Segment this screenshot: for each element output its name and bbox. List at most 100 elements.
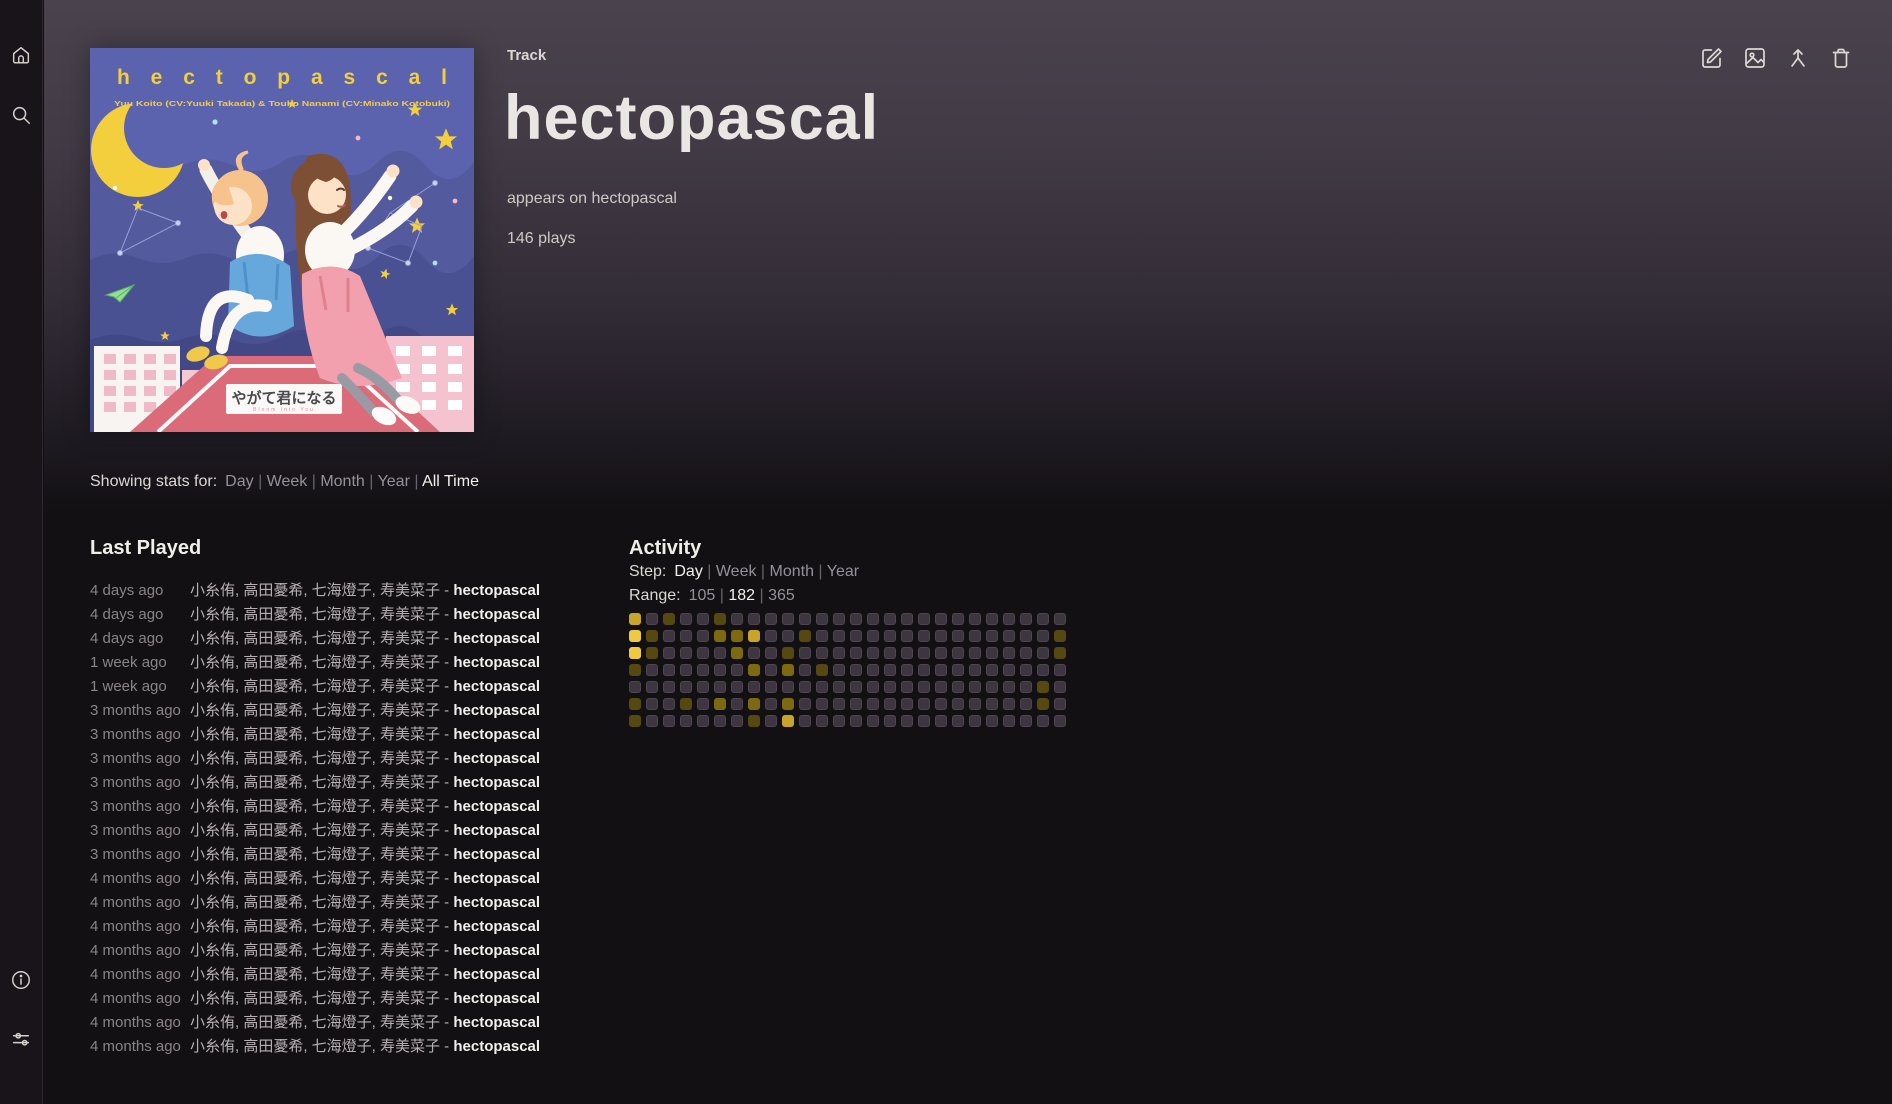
filter-option-all-time[interactable]: All Time (422, 473, 479, 490)
heatmap-cell[interactable] (731, 698, 743, 710)
heatmap-cell[interactable] (884, 647, 896, 659)
heatmap-cell[interactable] (816, 698, 828, 710)
filter-option-month[interactable]: Month (770, 563, 814, 580)
row-artists[interactable]: 小糸侑, 高田憂希, 七海燈子, 寿美菜子 (190, 654, 440, 671)
row-artists[interactable]: 小糸侑, 高田憂希, 七海燈子, 寿美菜子 (190, 966, 440, 983)
heatmap-cell[interactable] (850, 647, 862, 659)
heatmap-cell[interactable] (663, 681, 675, 693)
row-track[interactable]: hectopascal (453, 702, 540, 719)
heatmap-cell[interactable] (799, 698, 811, 710)
heatmap-cell[interactable] (952, 647, 964, 659)
heatmap-cell[interactable] (1003, 715, 1015, 727)
heatmap-cell[interactable] (850, 681, 862, 693)
heatmap-cell[interactable] (867, 664, 879, 676)
heatmap-cell[interactable] (816, 715, 828, 727)
row-artists[interactable]: 小糸侑, 高田憂希, 七海燈子, 寿美菜子 (190, 894, 440, 911)
heatmap-cell[interactable] (663, 647, 675, 659)
heatmap-cell[interactable] (918, 613, 930, 625)
heatmap-cell[interactable] (748, 664, 760, 676)
heatmap-cell[interactable] (765, 613, 777, 625)
heatmap-cell[interactable] (986, 715, 998, 727)
heatmap-cell[interactable] (697, 647, 709, 659)
row-track[interactable]: hectopascal (453, 894, 540, 911)
heatmap-cell[interactable] (867, 698, 879, 710)
heatmap-cell[interactable] (765, 630, 777, 642)
heatmap-cell[interactable] (629, 681, 641, 693)
heatmap-cell[interactable] (884, 664, 896, 676)
heatmap-cell[interactable] (799, 647, 811, 659)
row-track[interactable]: hectopascal (453, 1014, 540, 1031)
heatmap-cell[interactable] (663, 698, 675, 710)
filter-option-week[interactable]: Week (716, 563, 757, 580)
heatmap-cell[interactable] (1054, 698, 1066, 710)
heatmap-cell[interactable] (680, 698, 692, 710)
heatmap-cell[interactable] (935, 681, 947, 693)
heatmap-cell[interactable] (697, 613, 709, 625)
heatmap-cell[interactable] (731, 681, 743, 693)
heatmap-cell[interactable] (765, 698, 777, 710)
heatmap-cell[interactable] (697, 664, 709, 676)
row-track[interactable]: hectopascal (453, 1038, 540, 1055)
heatmap-cell[interactable] (816, 664, 828, 676)
heatmap-cell[interactable] (1020, 630, 1032, 642)
heatmap-cell[interactable] (646, 647, 658, 659)
filter-option-week[interactable]: Week (267, 473, 308, 490)
row-track[interactable]: hectopascal (453, 966, 540, 983)
heatmap-cell[interactable] (952, 698, 964, 710)
home-icon[interactable] (10, 44, 32, 66)
heatmap-cell[interactable] (1003, 630, 1015, 642)
heatmap-cell[interactable] (782, 664, 794, 676)
heatmap-cell[interactable] (901, 715, 913, 727)
heatmap-cell[interactable] (629, 698, 641, 710)
appears-on-album-link[interactable]: hectopascal (592, 190, 677, 207)
heatmap-cell[interactable] (731, 715, 743, 727)
heatmap-cell[interactable] (884, 698, 896, 710)
heatmap-cell[interactable] (748, 715, 760, 727)
heatmap-cell[interactable] (1054, 681, 1066, 693)
heatmap-cell[interactable] (1054, 715, 1066, 727)
row-track[interactable]: hectopascal (453, 654, 540, 671)
heatmap-cell[interactable] (850, 613, 862, 625)
heatmap-cell[interactable] (782, 630, 794, 642)
row-artists[interactable]: 小糸侑, 高田憂希, 七海燈子, 寿美菜子 (190, 750, 440, 767)
merge-button[interactable] (1786, 46, 1810, 70)
heatmap-cell[interactable] (986, 698, 998, 710)
heatmap-cell[interactable] (1054, 664, 1066, 676)
heatmap-cell[interactable] (884, 715, 896, 727)
heatmap-cell[interactable] (663, 630, 675, 642)
row-track[interactable]: hectopascal (453, 774, 540, 791)
heatmap-cell[interactable] (1020, 681, 1032, 693)
heatmap-cell[interactable] (629, 647, 641, 659)
heatmap-cell[interactable] (765, 681, 777, 693)
row-track[interactable]: hectopascal (453, 870, 540, 887)
heatmap-cell[interactable] (833, 613, 845, 625)
heatmap-cell[interactable] (799, 613, 811, 625)
row-track[interactable]: hectopascal (453, 918, 540, 935)
heatmap-cell[interactable] (884, 681, 896, 693)
heatmap-cell[interactable] (714, 647, 726, 659)
heatmap-cell[interactable] (680, 630, 692, 642)
row-track[interactable]: hectopascal (453, 726, 540, 743)
heatmap-cell[interactable] (969, 715, 981, 727)
heatmap-cell[interactable] (680, 613, 692, 625)
row-artists[interactable]: 小糸侑, 高田憂希, 七海燈子, 寿美菜子 (190, 678, 440, 695)
delete-button[interactable] (1829, 46, 1853, 70)
heatmap-cell[interactable] (748, 630, 760, 642)
heatmap-cell[interactable] (714, 664, 726, 676)
heatmap-cell[interactable] (646, 681, 658, 693)
heatmap-cell[interactable] (799, 630, 811, 642)
heatmap-cell[interactable] (663, 664, 675, 676)
heatmap-cell[interactable] (952, 613, 964, 625)
row-track[interactable]: hectopascal (453, 846, 540, 863)
heatmap-cell[interactable] (782, 715, 794, 727)
row-track[interactable]: hectopascal (453, 822, 540, 839)
edit-button[interactable] (1700, 46, 1724, 70)
heatmap-cell[interactable] (918, 681, 930, 693)
heatmap-cell[interactable] (850, 630, 862, 642)
heatmap-cell[interactable] (765, 664, 777, 676)
heatmap-cell[interactable] (969, 647, 981, 659)
filter-option-year[interactable]: Year (378, 473, 410, 490)
row-track[interactable]: hectopascal (453, 582, 540, 599)
heatmap-cell[interactable] (1020, 647, 1032, 659)
heatmap-cell[interactable] (697, 681, 709, 693)
